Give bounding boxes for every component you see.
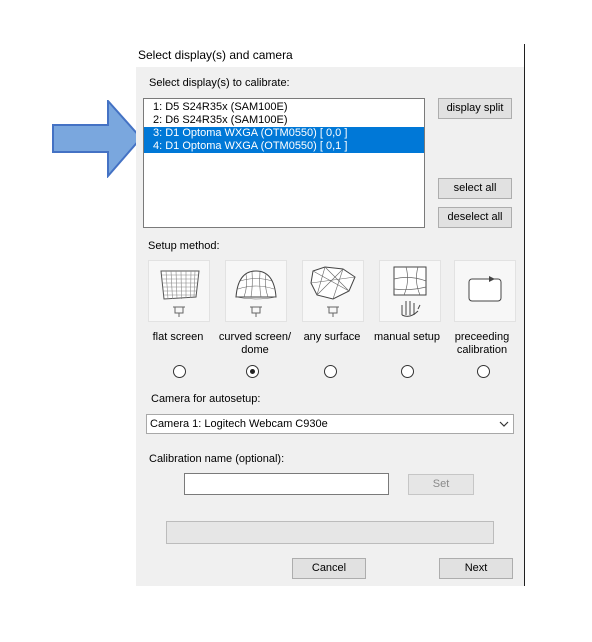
method-label-preceeding-calibration: preceeding calibration	[454, 331, 510, 356]
chevron-down-icon	[499, 421, 509, 427]
dome-grid-icon[interactable]	[225, 260, 287, 322]
method-label-curved-screen: curved screen/ dome	[218, 331, 292, 356]
radio-curved-screen[interactable]	[246, 365, 259, 378]
display-item-4[interactable]: 4: D1 Optoma WXGA (OTM0550) [ 0,1 ]	[144, 140, 424, 153]
camera-select-value: Camera 1: Logitech Webcam C930e	[150, 418, 328, 430]
method-label-any-surface: any surface	[303, 331, 361, 343]
flat-screen-grid-icon[interactable]	[148, 260, 210, 322]
method-label-flat-screen: flat screen	[152, 331, 204, 343]
calibration-name-label: Calibration name (optional):	[149, 453, 285, 465]
select-all-button[interactable]: select all	[438, 178, 512, 199]
display-split-button[interactable]: display split	[438, 98, 512, 119]
display-listbox[interactable]: 1: D5 S24R35x (SAM100E) 2: D6 S24R35x (S…	[143, 98, 425, 228]
camera-label: Camera for autosetup:	[151, 393, 261, 405]
annotation-arrow-icon	[52, 100, 142, 178]
radio-preceeding-calibration[interactable]	[477, 365, 490, 378]
cancel-button[interactable]: Cancel	[292, 558, 366, 579]
deselect-all-button[interactable]: deselect all	[438, 207, 512, 228]
calibration-name-input[interactable]	[184, 473, 389, 495]
display-item-2[interactable]: 2: D6 S24R35x (SAM100E)	[144, 114, 424, 127]
setup-method-label: Setup method:	[148, 240, 220, 252]
next-button[interactable]: Next	[439, 558, 513, 579]
set-button[interactable]: Set	[408, 474, 474, 495]
any-surface-mesh-icon[interactable]	[302, 260, 364, 322]
progress-bar	[166, 521, 494, 544]
manual-setup-hand-icon[interactable]	[379, 260, 441, 322]
preceeding-calibration-icon[interactable]	[454, 260, 516, 322]
method-label-manual-setup: manual setup	[373, 331, 441, 343]
dialog-header: Select display(s) and camera	[136, 44, 524, 67]
display-item-3[interactable]: 3: D1 Optoma WXGA (OTM0550) [ 0,0 ]	[144, 127, 424, 140]
displays-label: Select display(s) to calibrate:	[149, 77, 290, 89]
display-item-1[interactable]: 1: D5 S24R35x (SAM100E)	[144, 101, 424, 114]
radio-manual-setup[interactable]	[401, 365, 414, 378]
select-display-dialog: Select display(s) and camera Select disp…	[136, 44, 525, 586]
camera-select[interactable]: Camera 1: Logitech Webcam C930e	[146, 414, 514, 434]
radio-flat-screen[interactable]	[173, 365, 186, 378]
dialog-title: Select display(s) and camera	[138, 48, 293, 62]
radio-any-surface[interactable]	[324, 365, 337, 378]
